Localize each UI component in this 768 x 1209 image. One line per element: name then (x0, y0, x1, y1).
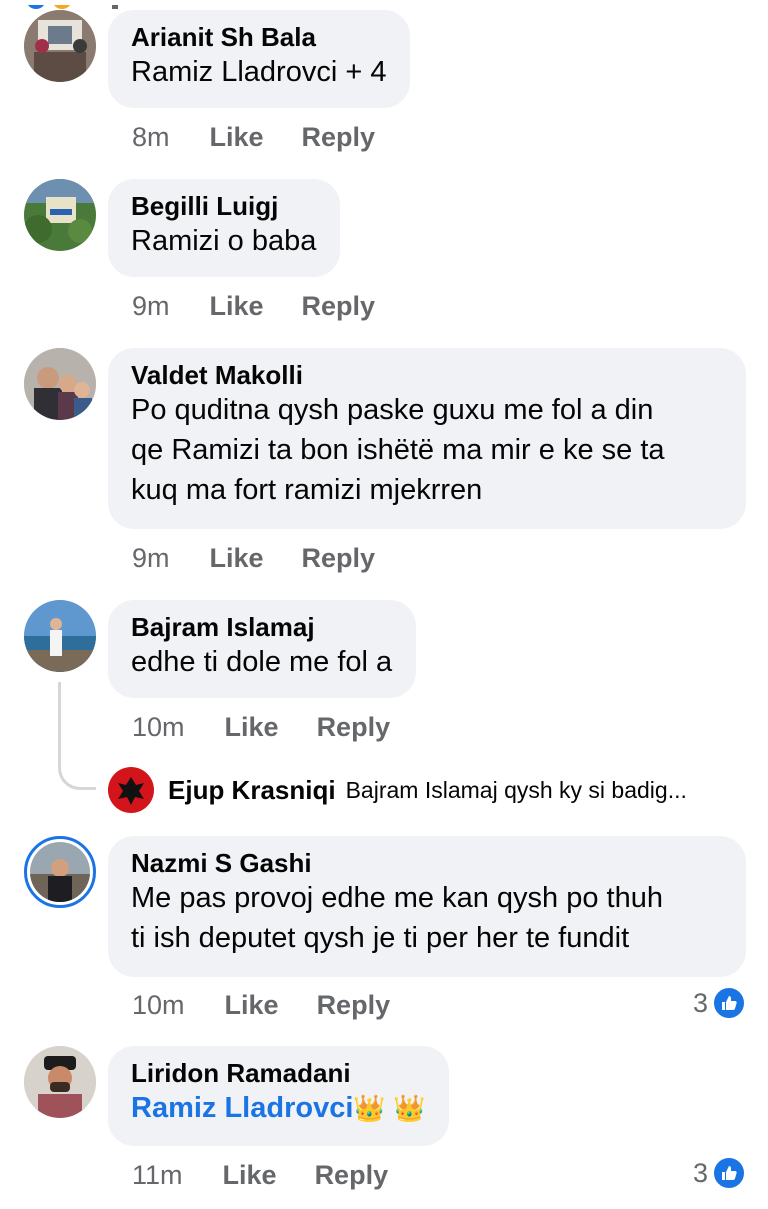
cropped-top-row (0, 0, 768, 9)
comment-author[interactable]: Bajram Islamaj (131, 612, 392, 642)
comment-actions: 10m Like Reply (132, 987, 390, 1023)
like-button[interactable]: Like (210, 543, 264, 574)
comment-bubble: Begilli Luigj Ramizi o baba (108, 179, 341, 277)
comment-text-line: qe Ramizi ta bon ishëtë ma mir e ke se t… (131, 434, 665, 466)
like-button[interactable]: Like (225, 712, 279, 743)
comment-bubble: Nazmi S Gashi Me pas provoj edhe me kan … (108, 836, 746, 977)
mention-link[interactable]: Ramiz Lladrovci (131, 1092, 353, 1124)
thumbs-up-icon (712, 986, 746, 1020)
comment-text: edhe ti dole me fol a (131, 646, 393, 678)
like-button[interactable]: Like (223, 1160, 277, 1191)
like-button[interactable]: Like (210, 291, 264, 322)
comment-text: Ramiz Lladrovci + 4 (131, 56, 387, 88)
avatar-liridon[interactable] (24, 1046, 96, 1118)
comment-actions: 9m Like Reply (132, 288, 375, 324)
reaction-count: 3 (692, 987, 708, 1018)
comment-time[interactable]: 10m (132, 712, 185, 743)
reply-button[interactable]: Reply (317, 712, 391, 743)
comment-bubble: Valdet Makolli Po quditna qysh paske gux… (108, 348, 746, 529)
reply-preview-row[interactable]: Ejup Krasniqi Bajram Islamaj qysh ky si … (108, 766, 687, 814)
avatar-bajram[interactable] (24, 600, 96, 672)
avatar-arianit[interactable] (24, 10, 96, 82)
comment-text-line: Po quditna qysh paske guxu me fol a din (131, 394, 654, 426)
comment-time[interactable]: 8m (132, 122, 170, 153)
comment-bubble: Liridon Ramadani Ramiz Lladrovci👑 👑 (108, 1046, 450, 1146)
avatar-nazmi[interactable] (24, 836, 96, 908)
comment-text: Ramizi o baba (131, 225, 317, 257)
reply-button[interactable]: Reply (302, 122, 376, 153)
avatar-valdet[interactable] (24, 348, 96, 420)
comment-text-line: ti ish deputet qysh je ti per her te fun… (131, 922, 630, 954)
comment-actions: 10m Like Reply (132, 709, 390, 745)
reply-button[interactable]: Reply (315, 1160, 389, 1191)
comment-text-line: kuq ma fort ramizi mjekrren (131, 474, 483, 506)
reaction-summary[interactable]: 3 (693, 985, 746, 1021)
comment-bubble: Arianit Sh Bala Ramiz Lladrovci + 4 (108, 10, 411, 108)
avatar-begilli[interactable] (24, 179, 96, 251)
comment-bubble: Bajram Islamaj edhe ti dole me fol a (108, 600, 417, 698)
like-button[interactable]: Like (210, 122, 264, 153)
comment-actions: 8m Like Reply (132, 119, 375, 155)
thread-connector (58, 682, 96, 790)
reaction-count: 3 (692, 1157, 708, 1188)
crown-emoji: 👑 👑 (353, 1093, 426, 1123)
reply-button[interactable]: Reply (302, 543, 376, 574)
reply-button[interactable]: Reply (317, 990, 391, 1021)
reply-preview-text[interactable]: Bajram Islamaj qysh ky si badig... (346, 777, 687, 804)
reply-button[interactable]: Reply (302, 291, 376, 322)
reply-author[interactable]: Ejup Krasniqi (168, 775, 336, 806)
like-button[interactable]: Like (225, 990, 279, 1021)
comment-text: Ramiz Lladrovci👑 👑 (131, 1088, 425, 1128)
avatar-ejup[interactable] (108, 767, 154, 813)
comment-actions: 9m Like Reply (132, 540, 375, 576)
thumbs-up-icon (712, 1156, 746, 1190)
comment-author[interactable]: Valdet Makolli (131, 360, 722, 390)
comment-text-line: Me pas provoj edhe me kan qysh po thuh (131, 882, 663, 914)
reaction-summary[interactable]: 3 (693, 1155, 746, 1191)
comment-actions: 11m Like Reply (132, 1157, 388, 1193)
comment-author[interactable]: Nazmi S Gashi (131, 848, 722, 878)
comment-author[interactable]: Begilli Luigj (131, 191, 316, 221)
comment-time[interactable]: 10m (132, 990, 185, 1021)
comment-author[interactable]: Arianit Sh Bala (131, 22, 386, 52)
comment-time[interactable]: 11m (132, 1160, 183, 1191)
comment-time[interactable]: 9m (132, 291, 170, 322)
comment-time[interactable]: 9m (132, 543, 170, 574)
comment-author[interactable]: Liridon Ramadani (131, 1058, 425, 1088)
